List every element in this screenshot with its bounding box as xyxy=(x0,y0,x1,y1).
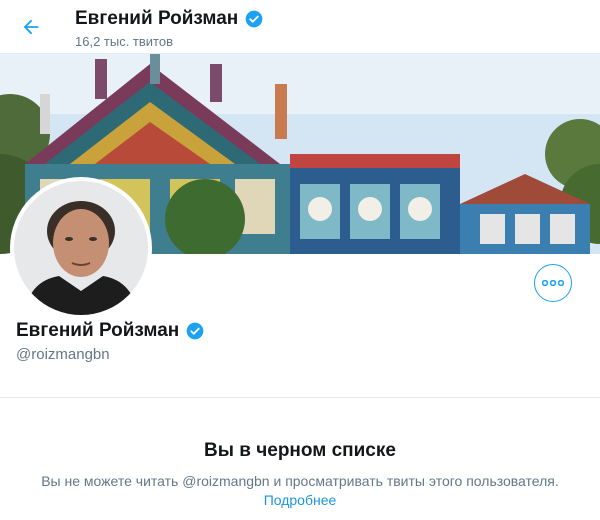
section-divider xyxy=(0,397,600,398)
more-options-button[interactable] xyxy=(534,264,572,302)
tweets-count: 16,2 тыс. твитов xyxy=(75,34,174,49)
profile-name: Евгений Ройзман xyxy=(16,320,205,342)
learn-more-link[interactable]: Подробнее xyxy=(0,492,600,508)
profile-header: Евгений Ройзман 16,2 тыс. твитов xyxy=(0,0,600,54)
blocked-title: Вы в черном списке xyxy=(204,440,396,461)
verified-badge-icon xyxy=(186,322,204,340)
header-name: Евгений Ройзман xyxy=(75,8,239,29)
back-arrow-icon xyxy=(23,19,39,35)
profile-handle: @roizmangbn xyxy=(16,346,110,363)
verified-badge-icon xyxy=(245,10,263,28)
header-title: Евгений Ройзман xyxy=(75,8,264,30)
back-button[interactable] xyxy=(16,12,46,42)
profile-name-text: Евгений Ройзман xyxy=(16,320,180,341)
avatar[interactable] xyxy=(10,177,152,319)
blocked-message: Вы не можете читать @roizmangbn и просма… xyxy=(41,473,559,489)
more-dots-icon xyxy=(542,280,564,286)
